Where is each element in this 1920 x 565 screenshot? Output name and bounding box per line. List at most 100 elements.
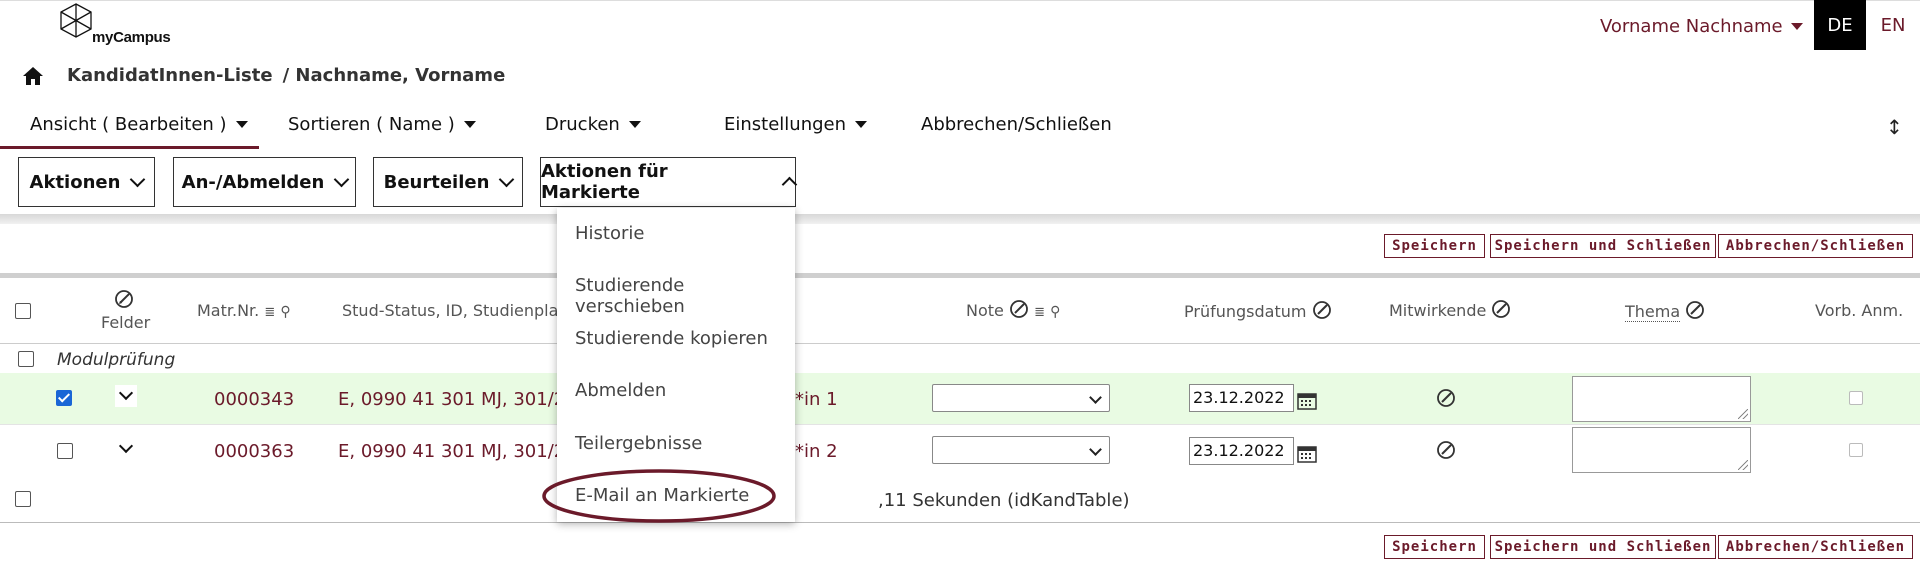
- actions-button[interactable]: Aktionen: [18, 157, 155, 207]
- save-close-button-bottom[interactable]: Speichern und Schließen: [1490, 535, 1716, 559]
- row-matr[interactable]: 0000363: [214, 441, 294, 462]
- edit-icon[interactable]: [114, 289, 134, 309]
- note-select[interactable]: [932, 436, 1110, 464]
- table-footer-border: [0, 522, 1920, 523]
- header-fields: Felder: [101, 313, 151, 332]
- row-name[interactable]: *in 1: [795, 389, 838, 410]
- save-button-bottom[interactable]: Speichern: [1384, 535, 1485, 559]
- save-button-top[interactable]: Speichern: [1384, 234, 1485, 258]
- menu-view-label: Ansicht ( Bearbeiten ): [30, 114, 227, 135]
- caret-down-icon: [463, 121, 476, 128]
- breadcrumb: KandidatInnen-Liste / Nachname, Vorname: [67, 65, 505, 86]
- select-all-checkbox[interactable]: [15, 303, 31, 319]
- header-contributors: Mitwirkende: [1389, 299, 1511, 320]
- footer-checkbox[interactable]: [15, 491, 31, 507]
- header-prev-note: Vorb. Anm.: [1815, 301, 1904, 320]
- row-status[interactable]: E, 0990 41 301 MJ, 301/202: [338, 389, 588, 410]
- breadcrumb-current: / Nachname, Vorname: [282, 65, 506, 86]
- grade-button[interactable]: Beurteilen: [373, 157, 523, 207]
- grade-label: Beurteilen: [383, 171, 490, 193]
- row-name[interactable]: *in 2: [795, 441, 838, 462]
- topic-textarea[interactable]: [1572, 427, 1751, 473]
- chevron-down-icon: [499, 171, 515, 188]
- toolbar-shadow: [0, 214, 1920, 224]
- chevron-up-icon: [781, 176, 798, 193]
- sort-icon[interactable]: ≣: [1034, 305, 1045, 320]
- user-menu[interactable]: Vorname Nachname: [1600, 16, 1803, 37]
- home-icon[interactable]: [22, 66, 44, 86]
- edit-icon[interactable]: [1009, 299, 1029, 319]
- cancel-close-button-bottom[interactable]: Abbrechen/Schließen: [1718, 535, 1913, 559]
- calendar-icon[interactable]: [1297, 392, 1317, 410]
- row-checkbox[interactable]: [57, 443, 73, 459]
- dropdown-item-partial-results[interactable]: Teilergebnisse: [575, 433, 702, 454]
- save-close-button-top[interactable]: Speichern und Schließen: [1490, 234, 1716, 258]
- menu-print-label: Drucken: [545, 114, 620, 135]
- header-note: Note ≣ ⚲: [966, 299, 1060, 320]
- menu-sort[interactable]: Sortieren ( Name ): [288, 114, 476, 135]
- note-select[interactable]: [932, 384, 1110, 412]
- menu-settings[interactable]: Einstellungen: [724, 114, 868, 135]
- dropdown-item-move-students[interactable]: Studierende verschieben: [575, 275, 795, 317]
- topic-textarea[interactable]: [1572, 376, 1751, 422]
- register-button[interactable]: An-/Abmelden: [173, 157, 356, 207]
- search-icon[interactable]: ⚲: [1050, 304, 1060, 320]
- user-name: Vorname Nachname: [1600, 16, 1783, 37]
- edit-contributors-icon[interactable]: [1436, 388, 1456, 408]
- chevron-down-icon: [334, 171, 350, 188]
- edit-icon[interactable]: [1491, 299, 1511, 319]
- breadcrumb-list-link[interactable]: KandidatInnen-Liste: [67, 65, 273, 86]
- menu-close-label: Abbrechen/Schließen: [921, 114, 1112, 135]
- header-stud-status-label: Stud-Status, ID, Studienplan: [342, 301, 569, 320]
- register-label: An-/Abmelden: [181, 171, 325, 193]
- menu-view[interactable]: Ansicht ( Bearbeiten ): [30, 114, 248, 135]
- header-topic-label: Thema: [1625, 302, 1681, 322]
- prev-note-checkbox: [1849, 391, 1863, 405]
- lang-de-button[interactable]: DE: [1814, 0, 1866, 50]
- active-tab-underline: [0, 146, 259, 149]
- table-top-border: [0, 273, 1920, 278]
- logo-text: myCampus: [92, 29, 171, 46]
- chevron-down-icon: [130, 171, 146, 188]
- exam-date-input[interactable]: 23.12.2022: [1189, 437, 1294, 465]
- timing-text: ,11 Sekunden (idKandTable): [878, 490, 1130, 511]
- row-divider: [0, 424, 1920, 425]
- group-checkbox[interactable]: [18, 351, 34, 367]
- row-checkbox[interactable]: [56, 390, 72, 406]
- menu-close[interactable]: Abbrechen/Schließen: [921, 114, 1112, 135]
- menu-print[interactable]: Drucken: [545, 114, 641, 135]
- header-stud-status: Stud-Status, ID, Studienplan ≣: [342, 301, 585, 320]
- calendar-icon[interactable]: [1297, 445, 1317, 463]
- cancel-close-button-top[interactable]: Abbrechen/Schließen: [1718, 234, 1913, 258]
- edit-icon[interactable]: [1685, 300, 1705, 320]
- edit-contributors-icon[interactable]: [1436, 440, 1456, 460]
- caret-down-icon: [1790, 23, 1803, 30]
- highlight-ellipse: [542, 469, 776, 523]
- group-label: Modulprüfung: [57, 350, 176, 370]
- row-expand-button[interactable]: [115, 385, 137, 407]
- lang-en-button[interactable]: EN: [1866, 0, 1920, 50]
- search-icon[interactable]: ⚲: [280, 304, 290, 320]
- marked-actions-label: Aktionen für Markierte: [541, 161, 668, 203]
- header-matr-label: Matr.Nr.: [197, 301, 260, 320]
- menu-sort-label: Sortieren ( Name ): [288, 114, 455, 135]
- sort-icon[interactable]: ≣: [264, 305, 275, 320]
- row-status[interactable]: E, 0990 41 301 MJ, 301/202: [338, 441, 588, 462]
- caret-down-icon: [235, 121, 248, 128]
- chevron-down-icon: [118, 385, 134, 401]
- row-matr[interactable]: 0000343: [214, 389, 294, 410]
- edit-icon[interactable]: [1312, 300, 1332, 320]
- header-note-label: Note: [966, 301, 1004, 320]
- marked-actions-button[interactable]: Aktionen für Markierte: [540, 157, 798, 207]
- caret-down-icon: [855, 121, 868, 128]
- header-exam-date-label: Prüfungsdatum: [1184, 302, 1307, 321]
- dropdown-item-copy-students[interactable]: Studierende kopieren: [575, 328, 768, 349]
- menu-settings-label: Einstellungen: [724, 114, 847, 135]
- exam-date-input[interactable]: 23.12.2022: [1189, 384, 1294, 412]
- resize-vertical-icon[interactable]: ↕: [1886, 115, 1903, 139]
- chevron-down-icon[interactable]: [118, 438, 134, 454]
- dropdown-item-unregister[interactable]: Abmelden: [575, 380, 666, 401]
- dropdown-item-history[interactable]: Historie: [575, 223, 644, 244]
- header-topic: Thema: [1625, 300, 1705, 322]
- actions-label: Aktionen: [29, 171, 121, 193]
